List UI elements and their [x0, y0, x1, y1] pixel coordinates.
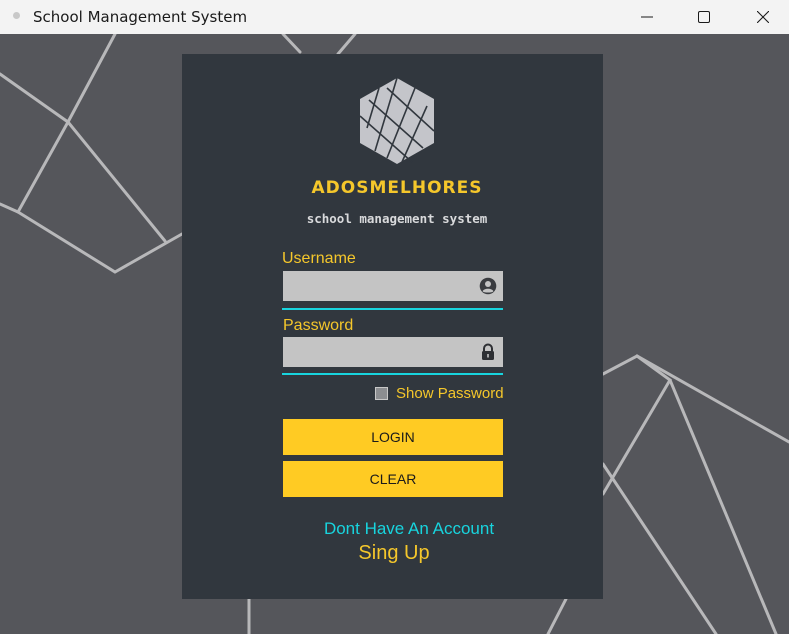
- minimize-icon: [641, 16, 653, 18]
- signup-link[interactable]: Sing Up: [182, 542, 606, 565]
- user-circle-icon: [479, 277, 497, 295]
- brand-tagline: school management system: [306, 211, 488, 226]
- username-input[interactable]: [283, 271, 473, 301]
- password-underline: [282, 373, 503, 375]
- show-password-toggle[interactable]: Show Password: [375, 385, 504, 402]
- username-field[interactable]: [283, 271, 503, 301]
- hexagon-logo-icon: [359, 77, 435, 164]
- close-button[interactable]: [740, 0, 786, 34]
- no-account-text: Dont Have An Account: [323, 519, 495, 538]
- maximize-icon: [698, 11, 710, 23]
- password-input[interactable]: [283, 337, 473, 367]
- show-password-checkbox[interactable]: [375, 387, 388, 400]
- login-panel: ADOSMELHORES school management system Us…: [182, 54, 603, 599]
- title-bar: School Management System: [0, 0, 789, 34]
- clear-button[interactable]: CLEAR: [283, 461, 503, 497]
- username-underline: [282, 308, 503, 310]
- lock-icon: [482, 343, 494, 360]
- maximize-button[interactable]: [681, 0, 727, 34]
- login-button[interactable]: LOGIN: [283, 419, 503, 455]
- window-title: School Management System: [33, 8, 248, 26]
- minimize-button[interactable]: [624, 0, 670, 34]
- close-icon: [757, 11, 769, 23]
- show-password-label: Show Password: [396, 385, 504, 402]
- username-label: Username: [282, 250, 356, 267]
- password-field[interactable]: [283, 337, 503, 367]
- brand-name: ADOSMELHORES: [311, 178, 483, 198]
- app-icon: [13, 12, 20, 19]
- password-label: Password: [283, 317, 354, 334]
